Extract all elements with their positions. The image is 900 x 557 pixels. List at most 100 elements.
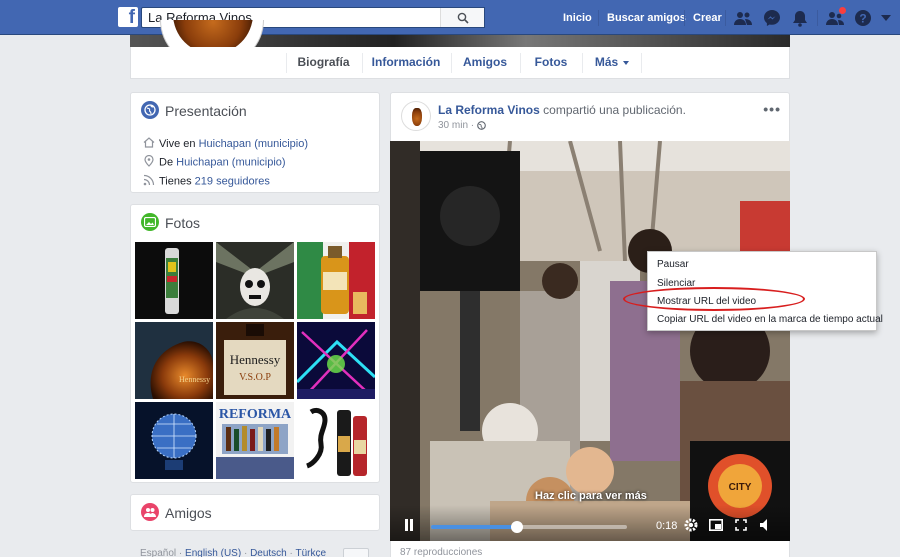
search-button[interactable]: [440, 8, 484, 27]
nav-create-link[interactable]: Crear: [693, 12, 722, 24]
menu-item-pause[interactable]: Pausar: [657, 259, 689, 270]
friends-card: Amigos: [130, 494, 380, 531]
svg-text:Hennessy: Hennessy: [230, 352, 281, 367]
intro-from-prefix: De: [159, 156, 177, 169]
rss-icon: [143, 174, 155, 189]
nav-home-link[interactable]: Inicio: [563, 12, 592, 24]
profile-tabs: Biografía Información Amigos Fotos Más: [130, 47, 790, 79]
tab-more[interactable]: Más: [587, 47, 637, 78]
post-action-text: compartió una publicación.: [539, 103, 686, 117]
intro-followers-row: Tienes 219 seguidores: [143, 174, 270, 189]
post-author-link[interactable]: La Reforma Vinos: [438, 103, 540, 117]
friends-title: Amigos: [165, 505, 212, 521]
intro-title: Presentación: [165, 103, 247, 119]
tab-about[interactable]: Información: [367, 47, 445, 78]
language-link[interactable]: Deutsch: [250, 548, 287, 557]
video-controls: 0:18: [390, 505, 790, 541]
intro-from-link[interactable]: Huichapan (municipio): [176, 156, 285, 168]
intro-lives-link[interactable]: Huichapan (municipio): [199, 138, 308, 150]
intro-from-row: De Huichapan (municipio): [143, 154, 286, 170]
tab-divider: [520, 53, 521, 73]
nav-find-friends-link[interactable]: Buscar amigos: [607, 12, 686, 24]
video-progress-handle[interactable]: [511, 521, 524, 533]
language-current: Español: [140, 548, 177, 557]
picture-in-picture-icon[interactable]: [707, 517, 725, 533]
video-frame: CITY: [390, 141, 790, 541]
tab-timeline[interactable]: Biografía: [291, 47, 356, 78]
photos-title: Fotos: [165, 215, 201, 231]
svg-text:V.S.O.P: V.S.O.P: [239, 372, 271, 383]
language-links: Español · English (US) · Deutsch · Türkç…: [140, 548, 327, 557]
nav-divider: [598, 10, 599, 26]
fullscreen-icon[interactable]: [732, 517, 750, 533]
post-timestamp[interactable]: 30 min ·: [438, 120, 486, 131]
photo-thumbnail[interactable]: [297, 242, 375, 319]
photo-thumbnail[interactable]: [135, 242, 213, 319]
photo-thumbnail[interactable]: [135, 402, 213, 479]
help-icon[interactable]: ?: [854, 9, 872, 27]
photo-thumbnail[interactable]: [297, 402, 375, 479]
intro-followers-prefix: Tienes: [159, 175, 195, 188]
post-header: La Reforma Vinos compartió una publicaci…: [438, 103, 686, 117]
video-context-menu: Pausar Silenciar Mostrar URL del video C…: [647, 251, 883, 331]
globe-privacy-icon: [477, 121, 486, 130]
more-languages-button[interactable]: [343, 548, 369, 557]
friend-requests-icon[interactable]: [734, 9, 752, 27]
facebook-logo-icon[interactable]: f: [118, 7, 138, 27]
friends-icon: [141, 503, 159, 521]
notification-badge: [839, 7, 846, 14]
messenger-icon[interactable]: [763, 9, 781, 27]
tab-divider: [582, 53, 583, 73]
photo-thumbnail[interactable]: Hennessy V.S.O.P: [216, 322, 294, 399]
photo-thumbnail[interactable]: REFORMA: [216, 402, 294, 479]
svg-text:Hennessy: Hennessy: [179, 375, 210, 384]
notifications-icon[interactable]: [791, 9, 809, 27]
nav-divider: [684, 10, 685, 26]
intro-lives-row: Vive en Huichapan (municipio): [143, 137, 308, 151]
search-icon: [457, 12, 469, 24]
tab-divider: [286, 53, 287, 73]
menu-item-copy-video-url-at-time[interactable]: Copiar URL del video en la marca de tiem…: [657, 314, 883, 325]
video-player[interactable]: CITY Haz clic para ver más 0:18: [390, 141, 790, 541]
nav-divider: [817, 10, 818, 26]
menu-item-show-video-url[interactable]: Mostrar URL del video: [657, 296, 756, 307]
video-progress-fill: [431, 525, 518, 529]
svg-text:CITY: CITY: [729, 482, 752, 493]
svg-text:REFORMA: REFORMA: [219, 407, 292, 422]
dropdown-icon[interactable]: [880, 9, 892, 27]
video-views: 87 reproducciones: [400, 547, 483, 557]
settings-gear-icon[interactable]: [682, 517, 700, 533]
video-time: 0:18: [656, 520, 678, 532]
svg-text:?: ?: [859, 12, 866, 26]
language-link[interactable]: Türkçe: [295, 548, 326, 557]
tab-divider: [641, 53, 642, 73]
tab-more-label: Más: [594, 55, 619, 69]
location-pin-icon: [143, 154, 155, 170]
post-options-button[interactable]: •••: [763, 101, 781, 117]
tab-photos[interactable]: Fotos: [525, 47, 577, 78]
photos-icon: [141, 213, 159, 231]
photo-thumbnail[interactable]: [216, 242, 294, 319]
tab-friends[interactable]: Amigos: [456, 47, 514, 78]
photo-thumbnail[interactable]: [297, 322, 375, 399]
nav-divider: [725, 10, 726, 26]
language-link[interactable]: English (US): [185, 548, 241, 557]
tab-divider: [362, 53, 363, 73]
post-author-avatar[interactable]: [401, 101, 431, 131]
photos-card: Fotos Hennessy Hennessy V.S.O.P REFORMA: [130, 204, 380, 483]
intro-followers-link[interactable]: 219 seguidores: [195, 175, 270, 187]
home-icon: [143, 137, 155, 151]
caret-down-icon: [623, 60, 630, 65]
intro-lives-prefix: Vive en: [159, 137, 199, 150]
tab-divider: [451, 53, 452, 73]
pause-icon[interactable]: [400, 517, 418, 533]
volume-icon[interactable]: [756, 517, 774, 533]
post-time-text: 30 min: [438, 120, 469, 131]
menu-item-mute[interactable]: Silenciar: [657, 278, 695, 289]
video-progress-bar[interactable]: [431, 521, 627, 533]
top-bar: f Inicio Buscar amigos Crear ?: [0, 0, 900, 35]
globe-icon: [141, 101, 159, 119]
photo-thumbnail[interactable]: Hennessy: [135, 322, 213, 399]
intro-card: Presentación Vive en Huichapan (municipi…: [130, 92, 380, 193]
video-caption[interactable]: Haz clic para ver más: [535, 490, 647, 502]
